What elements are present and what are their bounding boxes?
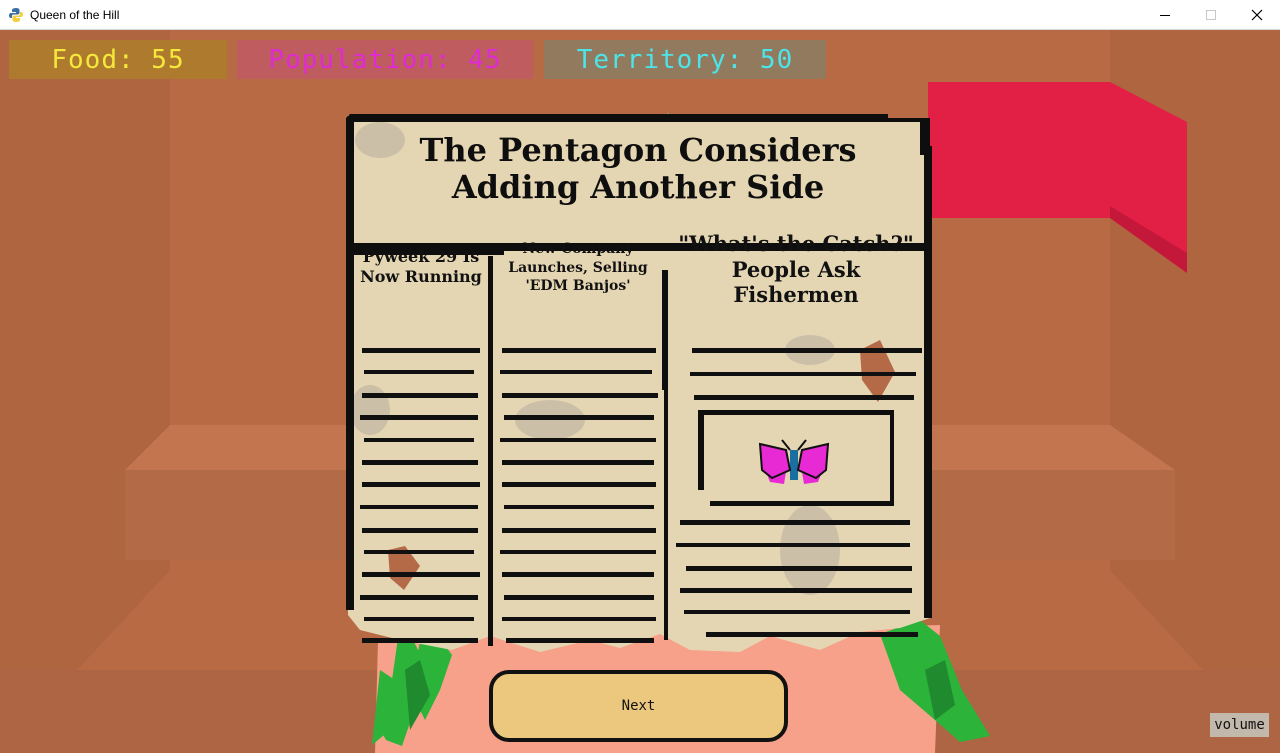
column-2-title: New Company Launches, Selling 'EDM Banjo… xyxy=(508,241,648,294)
python-app-icon xyxy=(9,7,23,22)
window-controls xyxy=(1142,0,1280,30)
next-button[interactable]: Next xyxy=(489,670,788,742)
column-1-title: Pyweek 29 Is Now Running xyxy=(360,247,482,286)
column-3-title: "What's the Catch?" People Ask Fishermen xyxy=(678,231,914,307)
window-titlebar: Queen of the Hill xyxy=(0,0,1280,30)
next-button-label: Next xyxy=(621,698,656,714)
minimize-icon xyxy=(1160,15,1170,16)
population-stat: Population: 45 xyxy=(237,40,533,79)
newspaper-headline: The Pentagon Considers Adding Another Si… xyxy=(419,131,857,206)
minimize-button[interactable] xyxy=(1142,0,1188,30)
maximize-icon xyxy=(1206,10,1216,20)
volume-button-label: volume xyxy=(1214,717,1265,733)
close-icon xyxy=(1251,9,1263,21)
close-button[interactable] xyxy=(1234,0,1280,30)
volume-button[interactable]: volume xyxy=(1210,713,1269,737)
food-stat: Food: 55 xyxy=(9,40,227,79)
window-title: Queen of the Hill xyxy=(30,7,120,22)
game-scene: Food: 55 Population: 45 Territory: 50 Th… xyxy=(0,30,1280,753)
maximize-button[interactable] xyxy=(1188,0,1234,30)
territory-stat: Territory: 50 xyxy=(544,40,826,79)
